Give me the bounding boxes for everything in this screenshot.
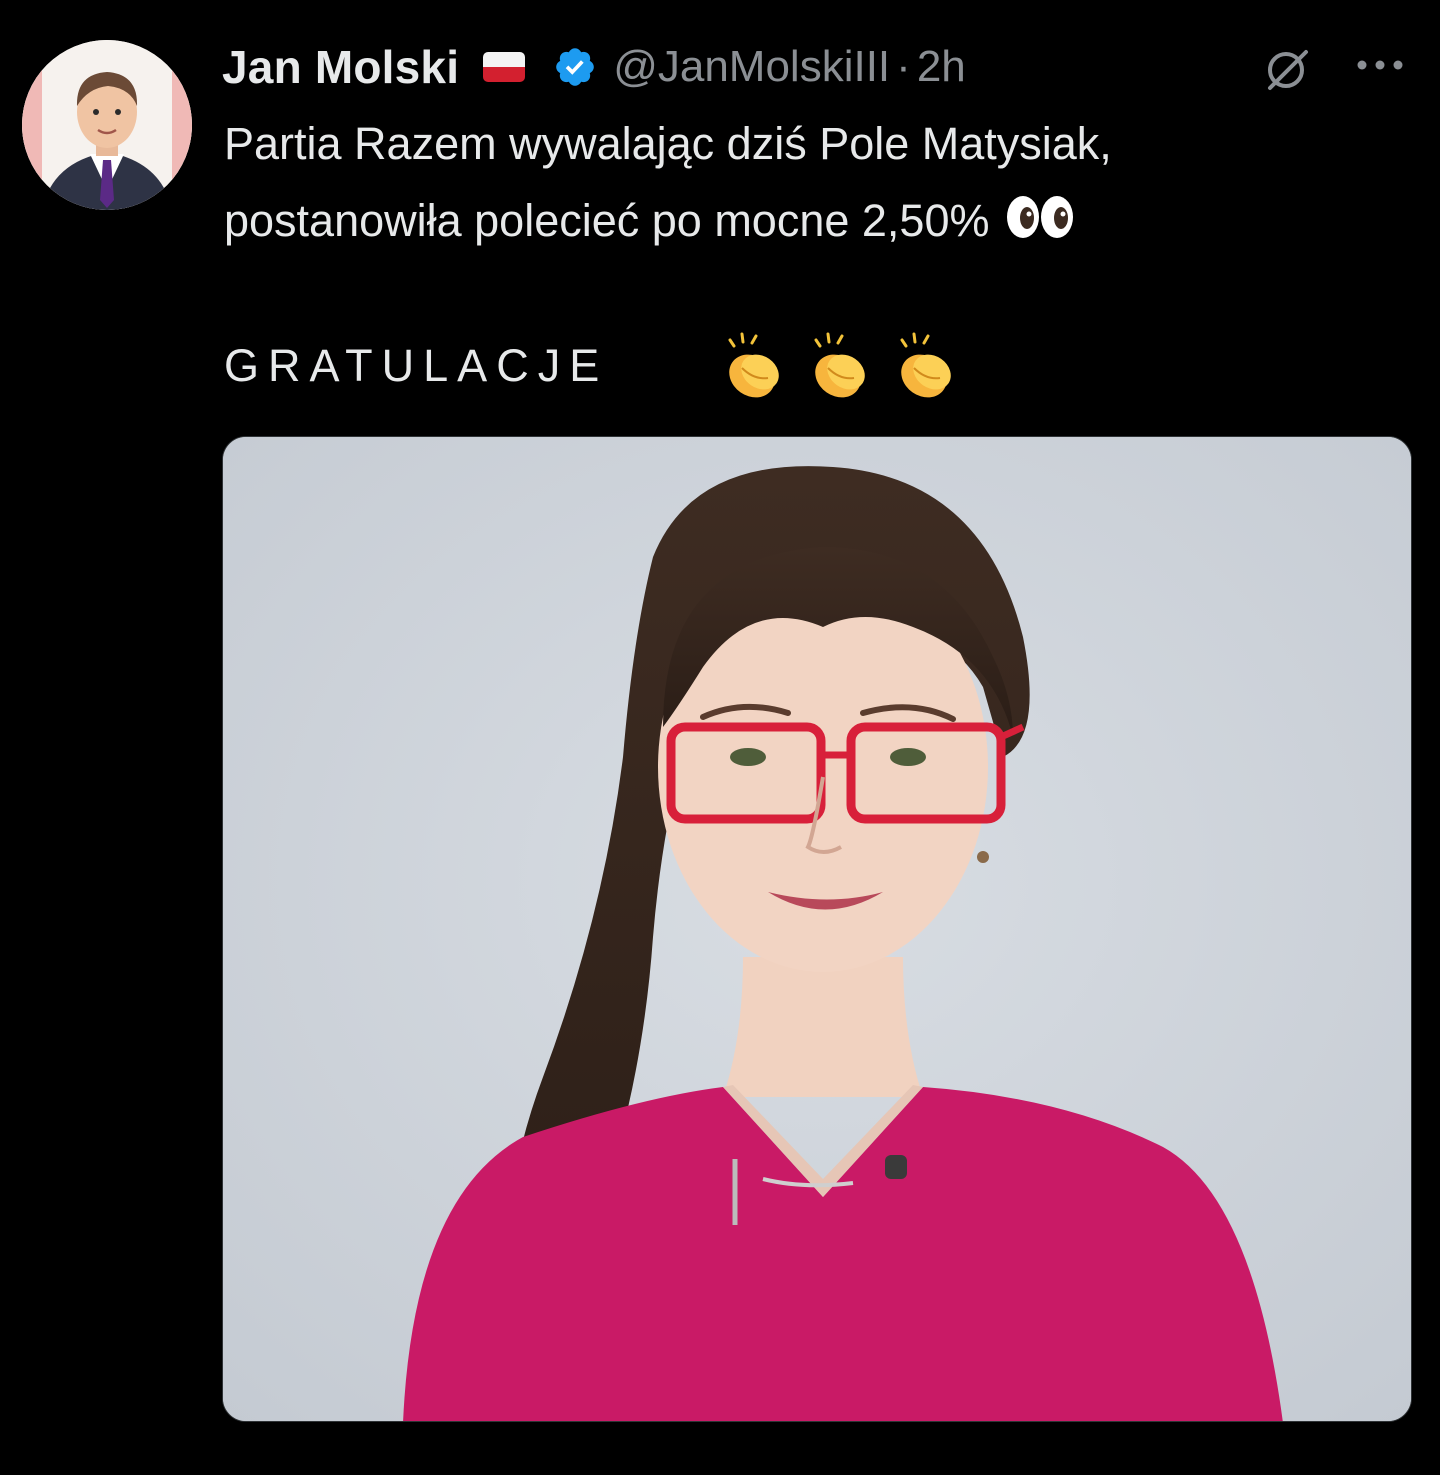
author-name[interactable]: Jan Molski [222,40,459,94]
clapping-emoji-row [716,330,962,404]
tweet-photo[interactable] [222,436,1412,1422]
more-options-icon[interactable] [1352,50,1408,80]
tweet-time[interactable]: 2h [917,42,966,92]
avatar[interactable] [22,40,192,210]
clapping-hands-icon [814,332,865,398]
tweet-header: Jan Molski @JanMolskiIII · 2h [222,36,966,98]
eyes-icon [1005,194,1075,251]
clapping-hands-icon [728,332,779,398]
author-handle[interactable]: @JanMolskiIII [613,42,890,92]
tweet-text-line-3: GRATULACJE [224,340,609,391]
clapping-hands-icon [900,332,951,398]
flag-poland-icon [483,52,526,82]
grok-icon[interactable] [1262,44,1312,94]
tweet-text-line-2: postanowiła polecieć po mocne 2,50% [224,194,1075,251]
verified-badge-icon[interactable] [553,45,597,89]
tweet: Jan Molski @JanMolskiIII · 2h Partia Raz… [0,0,1440,1475]
tweet-text-line-1: Partia Razem wywalając dziś Pole Matysia… [224,118,1112,169]
separator-dot: · [896,42,911,91]
tweet-text-line-2-text: postanowiła polecieć po mocne 2,50% [224,195,990,246]
